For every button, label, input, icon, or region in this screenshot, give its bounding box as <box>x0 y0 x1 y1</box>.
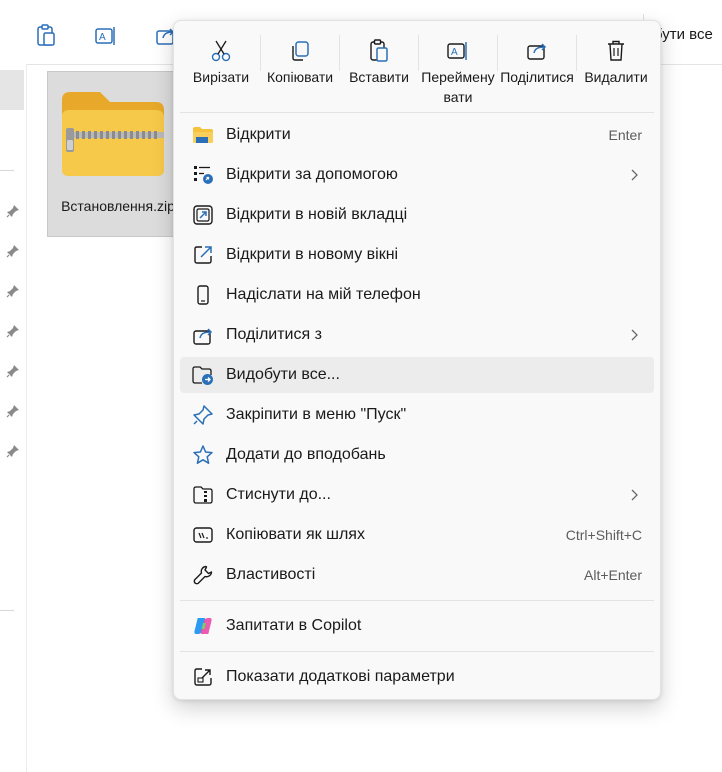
share-label: Поділитися <box>500 69 574 85</box>
menu-item-label: Властивості <box>226 566 316 583</box>
menu-item-label: Видобути все... <box>226 366 340 383</box>
copy-icon <box>292 41 309 61</box>
menu-item-label: Відкрити <box>226 126 291 143</box>
menu-item-label: Додати до вподобань <box>226 446 386 463</box>
menu-item-extract-all[interactable]: Видобути все... <box>180 357 654 393</box>
paste-icon <box>370 39 388 62</box>
menu-item-label: Відкрити в новій вкладці <box>226 206 408 223</box>
extract-icon <box>192 366 213 385</box>
menu-item-add-favorites[interactable]: Додати до вподобань <box>180 437 654 473</box>
copy-path-icon <box>193 527 213 543</box>
menu-item-shortcut: Enter <box>608 127 642 143</box>
share-icon <box>527 43 547 60</box>
clipboard-icon <box>37 24 55 46</box>
menu-separator <box>180 651 654 652</box>
paste-label: Вставити <box>349 69 409 85</box>
rename-toolbar-button[interactable]: A <box>92 22 120 50</box>
wrench-icon <box>193 565 213 585</box>
delete-label: Видалити <box>584 69 648 85</box>
delete-button[interactable]: Видалити <box>577 27 655 113</box>
pin-icon[interactable] <box>6 324 20 338</box>
menu-item-open-new-tab[interactable]: Відкрити в новій вкладці <box>180 197 654 233</box>
share-button[interactable]: Поділитися <box>498 27 576 113</box>
menu-item-pin-start[interactable]: Закріпити в меню "Пуск" <box>180 397 654 433</box>
cut-button[interactable]: Вирізати <box>182 27 260 113</box>
folder-icon <box>193 127 213 143</box>
quick-actions-row: Вирізати Копіювати Вставити A Перейменув… <box>182 27 654 119</box>
pin-icon <box>193 405 213 425</box>
scissors-icon <box>211 40 231 62</box>
compress-icon <box>193 486 213 504</box>
zip-file-item[interactable]: Встановлення.zip <box>47 71 187 237</box>
menu-item-open[interactable]: Відкрити Enter <box>180 117 654 153</box>
pin-icon[interactable] <box>6 244 20 258</box>
svg-text:A: A <box>99 32 106 43</box>
menu-item-label: Надіслати на мій телефон <box>226 286 421 303</box>
menu-item-label: Поділитися з <box>226 326 322 343</box>
menu-separator <box>180 600 654 601</box>
menu-item-label: Показати додаткові параметри <box>226 668 455 685</box>
copilot-icon <box>194 618 212 634</box>
paste-button[interactable]: Вставити <box>340 27 418 113</box>
open-with-icon <box>194 166 213 184</box>
menu-item-label: Закріпити в меню "Пуск" <box>226 406 407 423</box>
trash-icon <box>608 40 624 61</box>
nav-divider <box>0 170 14 171</box>
new-tab-icon <box>193 205 213 225</box>
menu-item-send-to-phone[interactable]: Надіслати на мій телефон <box>180 277 654 313</box>
menu-item-label: Відкрити в новому вікні <box>226 246 399 263</box>
chevron-right-icon <box>631 169 638 181</box>
share-icon <box>193 328 213 345</box>
menu-item-label: Копіювати як шлях <box>226 526 365 543</box>
zip-folder-icon <box>62 92 164 176</box>
copy-label: Копіювати <box>266 69 334 85</box>
pin-icon[interactable] <box>6 204 20 218</box>
menu-item-compress[interactable]: Стиснути до... <box>180 477 654 513</box>
chevron-right-icon <box>631 329 638 341</box>
rename-icon: A <box>447 42 467 60</box>
cut-label: Вирізати <box>192 69 250 85</box>
menu-item-open-with[interactable]: Відкрити за допомогою <box>180 157 654 193</box>
menu-item-open-new-window[interactable]: Відкрити в новому вікні <box>180 237 654 273</box>
pin-icon[interactable] <box>6 404 20 418</box>
menu-item-share-with[interactable]: Поділитися з <box>180 317 654 353</box>
menu-item-label: Стиснути до... <box>226 486 331 503</box>
nav-divider <box>0 610 14 611</box>
chevron-right-icon <box>631 489 638 501</box>
file-name: Встановлення.zip <box>61 198 175 214</box>
context-menu: Вирізати Копіювати Вставити A Перейменув… <box>173 20 661 700</box>
navigation-pane <box>0 64 27 772</box>
svg-text:A: A <box>451 47 458 58</box>
rename-icon: A <box>95 27 115 45</box>
rename-label: Перейменувати <box>421 69 495 105</box>
menu-item-properties[interactable]: Властивості Alt+Enter <box>180 557 654 593</box>
menu-item-label: Відкрити за допомогою <box>226 166 398 183</box>
star-icon <box>193 445 213 464</box>
pin-icon[interactable] <box>6 444 20 458</box>
extract-all-toolbar-button[interactable]: бути все <box>654 26 713 43</box>
pin-icon[interactable] <box>6 284 20 298</box>
menu-item-shortcut: Alt+Enter <box>584 567 642 583</box>
menu-item-label: Запитати в Copilot <box>226 617 362 634</box>
rename-button[interactable]: A Перейменувати <box>419 27 497 113</box>
menu-item-shortcut: Ctrl+Shift+C <box>565 527 642 543</box>
paste-toolbar-button[interactable] <box>32 22 60 50</box>
nav-selected-item[interactable] <box>0 70 24 110</box>
menu-item-copy-path[interactable]: Копіювати як шлях Ctrl+Shift+C <box>180 517 654 553</box>
pin-icon[interactable] <box>6 364 20 378</box>
new-window-icon <box>194 246 212 264</box>
more-options-icon <box>194 668 212 686</box>
menu-item-ask-copilot[interactable]: Запитати в Copilot <box>180 608 654 644</box>
menu-item-show-more-options[interactable]: Показати додаткові параметри <box>180 659 654 695</box>
menu-separator <box>180 112 654 113</box>
phone-icon <box>197 285 209 305</box>
copy-button[interactable]: Копіювати <box>261 27 339 113</box>
